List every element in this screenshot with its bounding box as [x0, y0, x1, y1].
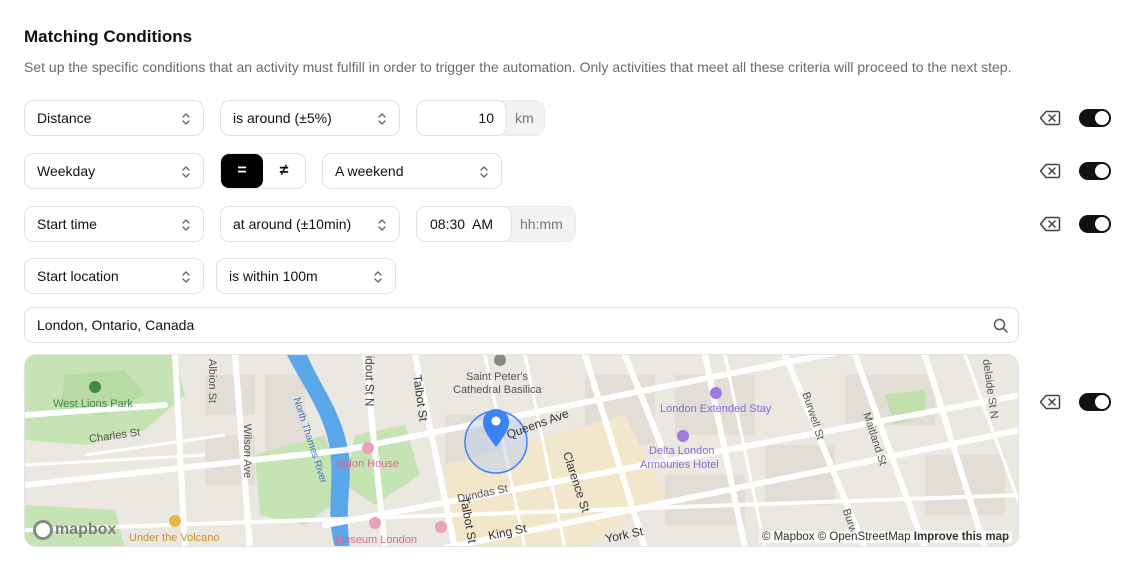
chevron-updown-icon — [182, 113, 190, 125]
mapbox-logo-text: mapbox — [55, 521, 117, 538]
search-icon[interactable] — [992, 317, 1010, 335]
distance-operator-select[interactable]: is around (±5%) — [220, 100, 400, 136]
weekday-value-select[interactable]: A weekend — [322, 153, 502, 189]
distance-field-label: Distance — [37, 110, 92, 126]
map-label-west-lions-park: West Lions Park — [53, 398, 133, 410]
map-label-london-extended-stay: London Extended Stay — [660, 403, 772, 415]
start-time-field-label: Start time — [37, 216, 97, 232]
chevron-updown-icon — [378, 113, 386, 125]
location-search-value: London, Ontario, Canada — [37, 317, 195, 333]
start-time-field-select[interactable]: Start time — [24, 206, 204, 242]
start-location-enabled-toggle[interactable] — [1079, 393, 1111, 411]
weekday-enabled-toggle[interactable] — [1079, 162, 1111, 180]
toggle-knob — [1095, 217, 1109, 231]
weekday-field-select[interactable]: Weekday — [24, 153, 204, 189]
clear-condition-icon[interactable] — [1039, 216, 1061, 232]
distance-value-text: 10 — [478, 110, 494, 126]
distance-operator-label: is around (±5%) — [233, 110, 332, 126]
mapbox-logo-icon — [33, 520, 53, 540]
location-map[interactable]: West Lions Park Charles St Albion St Wil… — [24, 354, 1019, 547]
mapbox-attribution-link[interactable]: © Mapbox — [762, 531, 815, 543]
map-label-albion-st: Albion St — [206, 358, 219, 404]
map-label-saint-peters-1: Saint Peter's — [466, 371, 529, 383]
start-time-value-text: 08:30 AM — [430, 216, 494, 232]
chevron-updown-icon — [378, 219, 386, 231]
chevron-updown-icon — [182, 219, 190, 231]
chevron-updown-icon — [374, 271, 382, 283]
map-attribution: © Mapbox © OpenStreetMap Improve this ma… — [758, 531, 1012, 543]
start-time-value-group: 08:30 AM hh:mm — [416, 206, 576, 242]
improve-map-link[interactable]: Improve this map — [914, 531, 1009, 543]
clear-condition-icon[interactable] — [1039, 394, 1061, 410]
toggle-knob — [1095, 395, 1109, 409]
chevron-updown-icon — [182, 166, 190, 178]
toggle-knob — [1095, 164, 1109, 178]
location-search-input[interactable]: London, Ontario, Canada — [24, 307, 1019, 343]
start-location-field-select[interactable]: Start location — [24, 258, 204, 294]
weekday-value-label: A weekend — [335, 163, 404, 179]
clear-condition-icon[interactable] — [1039, 110, 1061, 126]
distance-value-group: 10 km — [416, 100, 545, 136]
map-label-ridout-st: idout St N — [362, 355, 375, 407]
start-time-format-hint: hh:mm — [520, 216, 563, 232]
distance-field-select[interactable]: Distance — [24, 100, 204, 136]
page-description: Set up the specific conditions that an a… — [24, 59, 1012, 75]
page-title: Matching Conditions — [24, 27, 193, 46]
map-label-wilson-ave: Wilson Ave — [241, 423, 254, 479]
mapbox-logo[interactable]: mapbox — [33, 520, 116, 540]
start-time-operator-select[interactable]: at around (±10min) — [220, 206, 400, 242]
chevron-updown-icon — [480, 166, 488, 178]
toggle-knob — [1095, 111, 1109, 125]
clear-condition-icon[interactable] — [1039, 163, 1061, 179]
start-location-operator-label: is within 100m — [229, 268, 318, 284]
map-label-under-the-volcano: Under the Volcano — [129, 532, 220, 544]
map-label-delta-london-1: Delta London — [649, 445, 715, 457]
start-time-input[interactable]: 08:30 AM — [416, 206, 512, 242]
not-equals-option[interactable]: ≠ — [263, 154, 305, 188]
start-location-operator-select[interactable]: is within 100m — [216, 258, 396, 294]
map-label-eldon-house: Eldon House — [336, 458, 399, 470]
map-label-museum-london: Museum London — [335, 534, 417, 546]
distance-enabled-toggle[interactable] — [1079, 109, 1111, 127]
weekday-field-label: Weekday — [37, 163, 96, 179]
osm-attribution-link[interactable]: © OpenStreetMap — [818, 531, 911, 543]
map-label-delta-london-2: Armouries Hotel — [640, 459, 719, 471]
chevron-updown-icon — [182, 271, 190, 283]
distance-unit: km — [515, 110, 534, 126]
equals-option[interactable]: = — [221, 154, 263, 188]
map-label-saint-peters-2: Cathedral Basilica — [453, 384, 542, 396]
distance-value-input[interactable]: 10 — [416, 100, 507, 136]
weekday-operator-toggle: = ≠ — [220, 153, 306, 189]
start-location-field-label: Start location — [37, 268, 119, 284]
start-time-operator-label: at around (±10min) — [233, 216, 352, 232]
start-time-enabled-toggle[interactable] — [1079, 215, 1111, 233]
